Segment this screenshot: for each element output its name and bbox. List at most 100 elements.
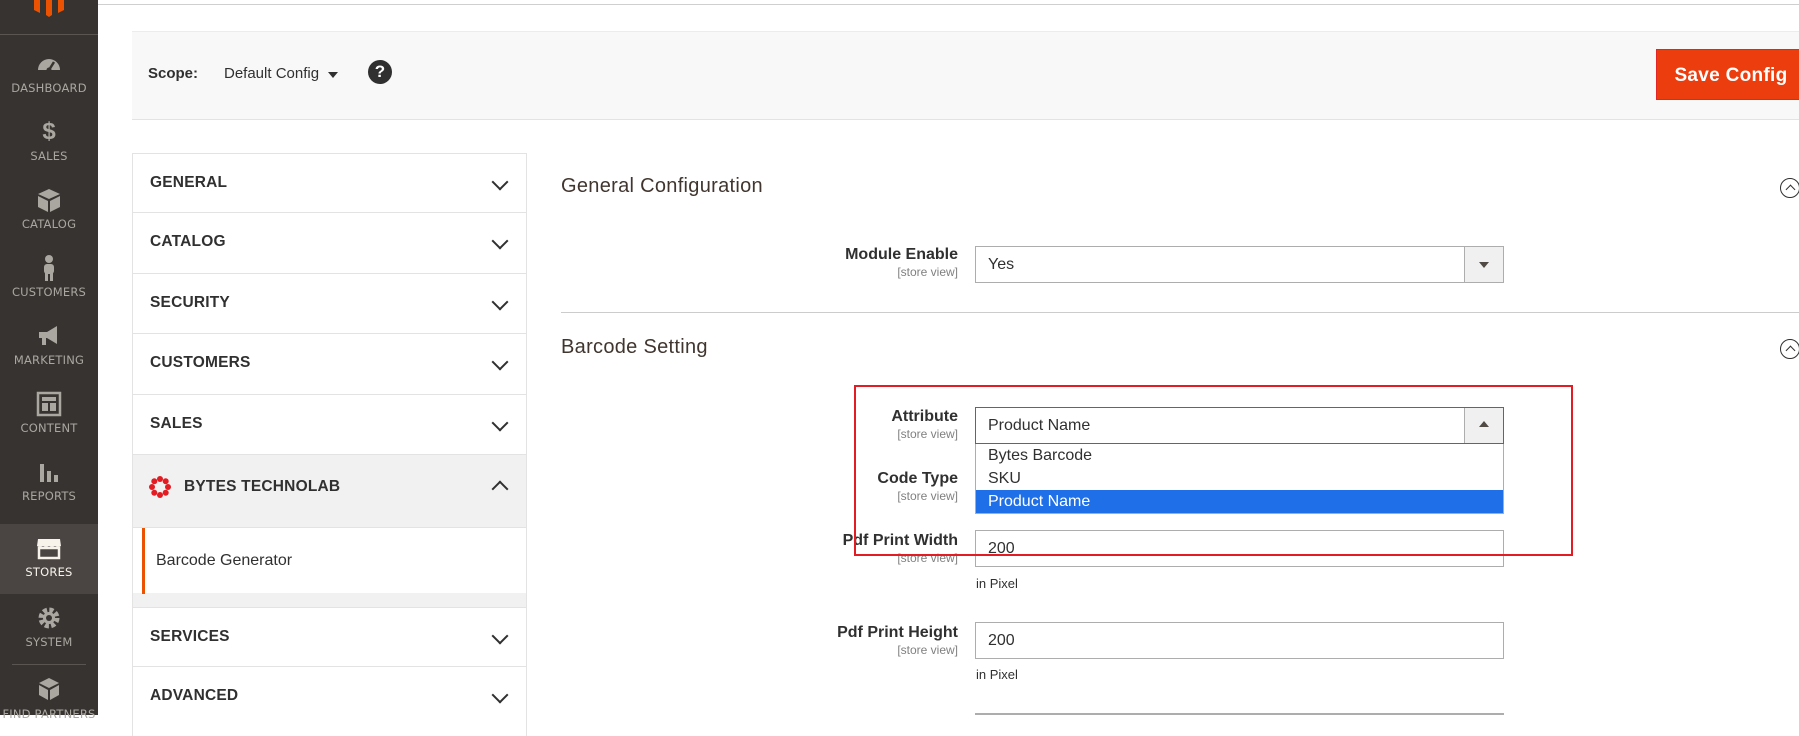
- dropdown-option[interactable]: Bytes Barcode: [976, 444, 1503, 467]
- chevron-down-icon: [491, 414, 509, 432]
- field-scope: [store view]: [897, 265, 958, 279]
- save-config-button[interactable]: Save Config: [1656, 49, 1799, 100]
- nav-label: STORES: [25, 565, 73, 579]
- tab-label: SERVICES: [150, 628, 230, 645]
- tab-general[interactable]: GENERAL: [132, 153, 527, 212]
- megaphone-icon: [39, 326, 57, 345]
- nav-label: MARKETING: [13, 353, 85, 367]
- field-scope: [store view]: [897, 643, 958, 657]
- field-label-module-enable: Module Enable: [845, 246, 958, 263]
- collapse-icon[interactable]: [1780, 339, 1799, 359]
- nav-label: FIND PARTNERS: [2, 707, 96, 721]
- chevron-down-icon: [491, 173, 509, 191]
- section-divider: [561, 312, 1799, 313]
- field-scope: [store view]: [897, 551, 958, 565]
- gear-icon: [38, 607, 60, 629]
- tab-label: GENERAL: [150, 174, 228, 191]
- tab-catalog[interactable]: CATALOG: [132, 212, 527, 273]
- dropdown-arrow-icon[interactable]: [1464, 247, 1503, 282]
- tab-item-label: Barcode Generator: [156, 552, 293, 569]
- tab-spacer: [132, 593, 527, 607]
- nav-label: CONTENT: [20, 421, 78, 435]
- module-enable-select[interactable]: Yes: [975, 246, 1504, 283]
- scope-bar: Scope: Default Config ? Save Config: [132, 31, 1799, 120]
- store-icon: [37, 539, 61, 560]
- nav-item-customers[interactable]: CUSTOMERS: [0, 244, 98, 312]
- admin-sidebar: DASHBOARD $ SALES CATALOG CUSTOMERS MARK…: [0, 0, 98, 721]
- nav-label: CUSTOMERS: [11, 285, 87, 299]
- nav-label: SALES: [30, 149, 68, 163]
- field-note: in Pixel: [976, 576, 1018, 591]
- layout-icon: [36, 391, 62, 417]
- bar-chart-icon: [40, 464, 58, 482]
- tab-advanced[interactable]: ADVANCED: [132, 666, 527, 736]
- nav-item-reports[interactable]: REPORTS: [0, 448, 98, 516]
- caret-down-icon[interactable]: [328, 72, 338, 78]
- nav-divider: [12, 664, 86, 665]
- tab-label: BYTES TECHNOLAB: [184, 478, 341, 495]
- dropdown-option-selected[interactable]: Product Name: [976, 490, 1503, 513]
- chevron-down-icon: [491, 627, 509, 645]
- person-icon: [44, 255, 54, 281]
- pdf-print-width-input[interactable]: 200: [975, 530, 1504, 567]
- pdf-print-height-input[interactable]: 200: [975, 622, 1504, 659]
- attribute-select[interactable]: Product Name: [975, 407, 1504, 444]
- input-value: 200: [988, 540, 1015, 557]
- nav-item-find-partners[interactable]: FIND PARTNERS: [0, 666, 98, 734]
- nav-item-marketing[interactable]: MARKETING: [0, 312, 98, 380]
- section-general-configuration[interactable]: General Configuration: [561, 175, 763, 198]
- attribute-dropdown-list: Bytes Barcode SKU Product Name: [975, 444, 1504, 514]
- gauge-icon: [38, 59, 60, 73]
- tab-item-barcode-generator[interactable]: Barcode Generator: [132, 527, 527, 594]
- chevron-down-icon: [491, 686, 509, 704]
- section-barcode-setting[interactable]: Barcode Setting: [561, 336, 708, 359]
- bytes-technolab-logo-icon: [149, 476, 171, 498]
- input-value: 200: [988, 632, 1015, 649]
- help-icon[interactable]: ?: [368, 60, 392, 84]
- tab-label: SALES: [150, 415, 203, 432]
- nav-item-stores[interactable]: STORES: [0, 524, 98, 594]
- field-label-attribute: Attribute: [891, 408, 958, 425]
- tab-label: CATALOG: [150, 233, 226, 250]
- nav-label: CATALOG: [21, 217, 77, 231]
- tab-label: CUSTOMERS: [150, 354, 251, 371]
- nav-label: REPORTS: [21, 489, 77, 503]
- tab-bytes-technolab[interactable]: BYTES TECHNOLAB: [132, 454, 527, 527]
- nav-item-catalog[interactable]: CATALOG: [0, 176, 98, 244]
- tab-security[interactable]: SECURITY: [132, 273, 527, 333]
- active-indicator: [142, 528, 145, 594]
- dollar-icon: $: [42, 118, 56, 145]
- field-scope: [store view]: [897, 427, 958, 441]
- field-label-pdf-print-width: Pdf Print Width: [842, 532, 958, 549]
- nav-label: DASHBOARD: [11, 81, 87, 95]
- tab-customers[interactable]: CUSTOMERS: [132, 333, 527, 394]
- select-value: Product Name: [988, 417, 1091, 434]
- nav-item-dashboard[interactable]: DASHBOARD: [0, 40, 98, 108]
- magento-logo[interactable]: [0, 0, 98, 35]
- dropdown-option[interactable]: SKU: [976, 467, 1503, 490]
- chevron-down-icon: [491, 353, 509, 371]
- tab-services[interactable]: SERVICES: [132, 607, 527, 666]
- tab-sales[interactable]: SALES: [132, 394, 527, 454]
- collapse-icon[interactable]: [1780, 178, 1799, 198]
- nav-label: SYSTEM: [25, 635, 73, 649]
- box-icon: [38, 189, 60, 212]
- chevron-down-icon: [491, 293, 509, 311]
- field-scope: [store view]: [897, 489, 958, 503]
- select-value: Yes: [988, 256, 1015, 273]
- nav-item-content[interactable]: CONTENT: [0, 380, 98, 448]
- scope-label: Scope:: [148, 65, 199, 82]
- chevron-up-icon: [491, 480, 509, 498]
- top-divider: [98, 4, 1799, 5]
- chevron-down-icon: [491, 232, 509, 250]
- field-note: in Pixel: [976, 667, 1018, 682]
- boxes-icon: [39, 678, 59, 700]
- config-tabs: GENERAL CATALOG SECURITY CUSTOMERS SALES…: [132, 153, 527, 736]
- dropdown-arrow-icon[interactable]: [1464, 408, 1503, 443]
- scope-switcher[interactable]: Default Config: [224, 65, 319, 82]
- tab-label: ADVANCED: [150, 687, 239, 704]
- nav-item-sales[interactable]: $ SALES: [0, 108, 98, 176]
- field-label-code-type: Code Type: [877, 470, 958, 487]
- nav-item-system[interactable]: SYSTEM: [0, 594, 98, 662]
- field-label-pdf-print-height: Pdf Print Height: [837, 624, 958, 641]
